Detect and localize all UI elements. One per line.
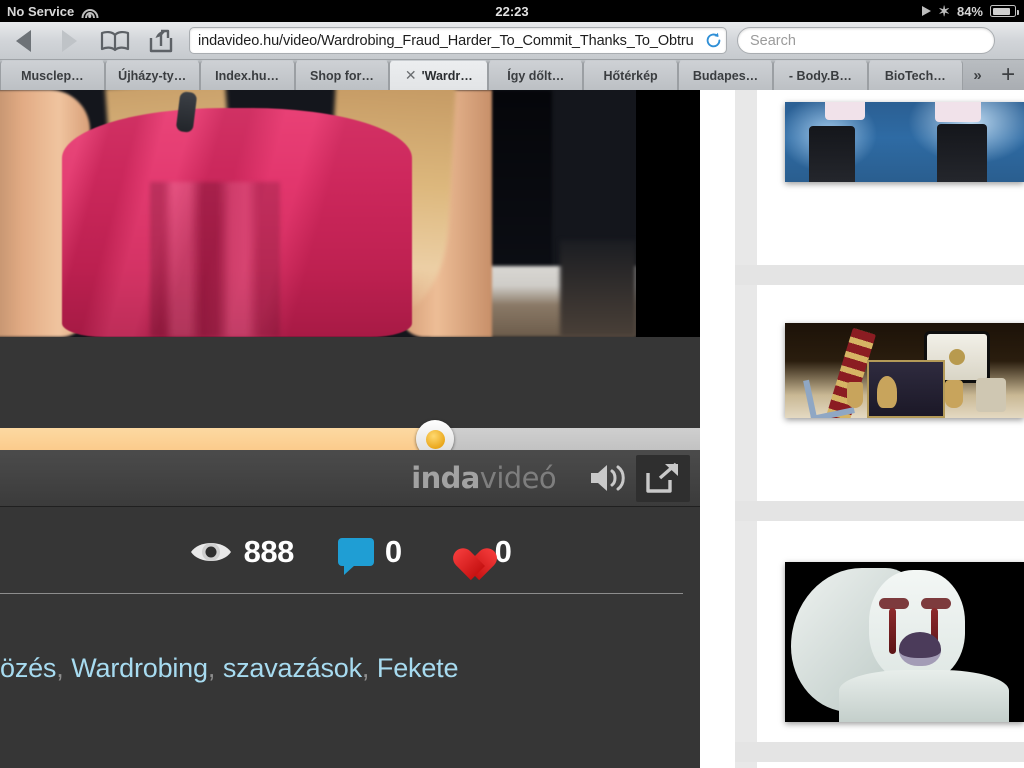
status-right-group: ✶ 84% (922, 3, 1019, 19)
related-video-card[interactable] (757, 534, 1024, 742)
video-control-bar: indavideó (0, 450, 700, 507)
related-video-masonic-thumbnail[interactable] (785, 323, 1024, 418)
video-frame-letterbox-right (636, 90, 700, 337)
video-progress-bar[interactable] (0, 420, 700, 458)
address-bar[interactable]: indavideo.hu/video/Wardrobing_Fraud_Hard… (189, 27, 727, 54)
tab-label: Index.hu… (215, 68, 280, 83)
browser-tab[interactable]: Shop for… (294, 60, 390, 90)
search-field[interactable]: Search (737, 27, 995, 54)
tag-separator: , (56, 652, 72, 683)
share-button[interactable] (138, 22, 184, 60)
video-progress-fill (0, 428, 434, 450)
new-tab-plus-icon[interactable]: + (992, 60, 1024, 90)
reload-icon (706, 32, 720, 48)
related-video-anime-thumbnail[interactable] (785, 562, 1024, 722)
comment-bubble-icon (337, 538, 374, 575)
video-tag-link[interactable]: Fekete (377, 653, 459, 684)
forward-button[interactable] (46, 22, 92, 60)
content-divider-top (0, 593, 683, 594)
tab-label: 'Wardr… (421, 68, 473, 83)
tab-label: - Body.B… (788, 68, 852, 83)
video-stat-comments[interactable]: 0 (337, 534, 402, 575)
tag-separator: , (361, 652, 377, 683)
tab-label: Budapes… (692, 68, 759, 83)
video-stats-row: 888 0 0 (0, 517, 700, 587)
sidebar-gutter-strip (735, 90, 757, 768)
video-tag-link[interactable]: özés (0, 653, 56, 684)
tab-bar: Musclep… Újházy-ty… Index.hu… Shop for… ✕ 'Wa… (0, 60, 1024, 90)
back-button[interactable] (0, 22, 46, 60)
sidebar-separator-band (700, 742, 1024, 762)
browser-tab[interactable]: Musclep… (0, 60, 105, 90)
tab-label: Shop for… (310, 68, 374, 83)
browser-tab[interactable]: - Body.B… (772, 60, 868, 90)
volume-button[interactable] (582, 455, 636, 502)
fullscreen-button[interactable] (636, 454, 690, 502)
safari-toolbar: indavideo.hu/video/Wardrobing_Fraud_Hard… (0, 22, 1024, 60)
reload-button[interactable] (700, 28, 726, 53)
browser-tab[interactable]: Hőtérkép (583, 60, 679, 90)
tag-separator: , (207, 652, 223, 683)
tab-overflow-chevron-icon[interactable]: » (963, 60, 993, 90)
video-stat-value: 0 (494, 534, 512, 569)
video-frame-desk-shadow (560, 240, 636, 337)
fullscreen-expand-icon (646, 462, 678, 493)
tab-label: BioTech… (884, 68, 946, 83)
video-stat-value: 888 (243, 534, 295, 569)
tab-label: Musclep… (21, 68, 84, 83)
ios-status-bar: No Service 22:23 ✶ 84% (0, 0, 1024, 22)
tab-label: Hőtérkép (603, 68, 658, 83)
indavideo-logo-light: videó (479, 461, 557, 495)
video-tag-link[interactable]: szavazások (223, 653, 362, 684)
bluetooth-icon: ✶ (938, 3, 950, 19)
browser-tab[interactable]: Index.hu… (199, 60, 295, 90)
indavideo-logo-bold: inda (411, 461, 480, 495)
status-clock: 22:23 (495, 3, 529, 19)
url-text: indavideo.hu/video/Wardrobing_Fraud_Hard… (198, 32, 694, 49)
share-icon (149, 29, 173, 52)
tab-label: Így dőlt… (507, 68, 565, 83)
battery-icon (990, 5, 1019, 17)
related-video-card[interactable] (757, 298, 1024, 418)
indavideo-logo: indavideó (411, 461, 556, 495)
speaker-volume-icon (591, 465, 625, 491)
battery-percent-label: 84% (956, 3, 983, 19)
tab-label: Újházy-ty… (118, 68, 187, 83)
browser-tab[interactable]: Újházy-ty… (104, 60, 200, 90)
sidebar-separator-band (700, 501, 1024, 521)
play-icon (922, 6, 932, 16)
video-stat-views[interactable]: 888 (189, 534, 294, 570)
related-video-stage-thumbnail[interactable] (785, 102, 1024, 182)
forward-arrow-icon (61, 29, 77, 52)
video-frame-fabric-pleats (150, 182, 280, 337)
sidebar-separator-band (700, 265, 1024, 285)
related-video-card[interactable] (757, 90, 1024, 185)
video-page-content: indavideó 888 0 0 özés, Wardrobing , sza… (0, 90, 700, 768)
heart-likes-icon (446, 535, 484, 569)
bookmarks-book-icon (100, 30, 130, 51)
video-stat-likes[interactable]: 0 (446, 534, 512, 570)
browser-tab[interactable]: BioTech… (867, 60, 963, 90)
video-tags-row: özés, Wardrobing, szavazások, Fekete (0, 646, 700, 690)
video-tag-link[interactable]: Wardrobing (71, 653, 208, 684)
browser-tab[interactable]: Budapes… (678, 60, 773, 90)
search-placeholder: Search (750, 32, 796, 49)
bookmarks-button[interactable] (92, 22, 138, 60)
related-videos-sidebar (700, 90, 1024, 768)
browser-tab[interactable]: Így dőlt… (488, 60, 584, 90)
eye-views-icon (190, 543, 231, 561)
page-viewport: indavideó 888 0 0 özés, Wardrobing , sza… (0, 90, 1024, 768)
tab-close-icon[interactable]: ✕ (405, 67, 417, 84)
video-player-stage[interactable] (0, 90, 700, 337)
back-arrow-icon (15, 29, 31, 52)
video-stat-value: 0 (384, 534, 402, 569)
browser-tab[interactable]: ✕ 'Wardr… (389, 60, 489, 90)
